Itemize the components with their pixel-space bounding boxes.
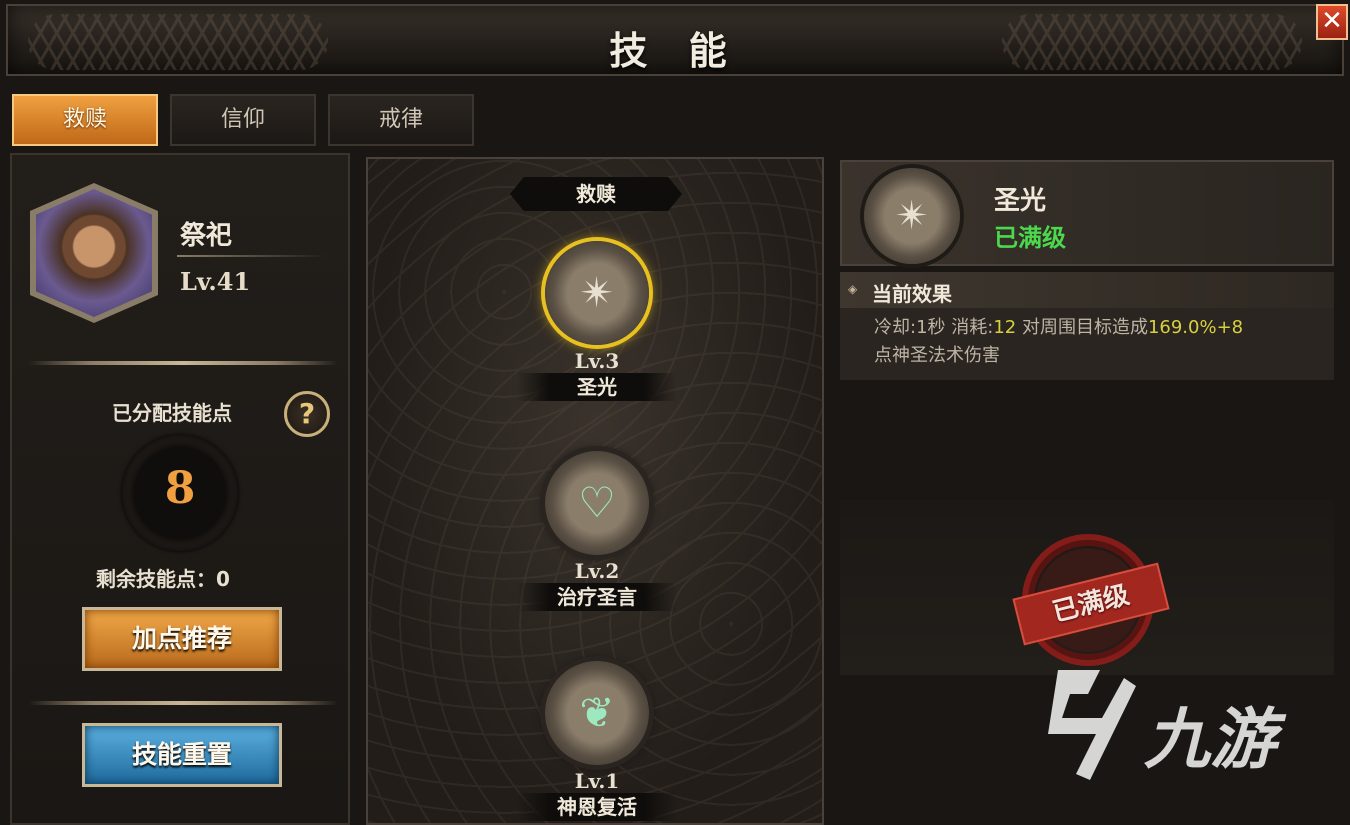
character-portrait	[30, 183, 158, 323]
character-name: 祭祀	[180, 221, 233, 251]
skill-node-resurrect[interactable]: ❦	[545, 661, 649, 765]
holy-light-icon: ✴	[579, 268, 615, 317]
max-level-stamp: 已满级	[1012, 534, 1170, 666]
skill-name: 圣光	[517, 373, 677, 401]
character-level: Lv.41	[180, 267, 251, 296]
portrait-image	[36, 189, 152, 317]
effect-text: 冷却:1秒 消耗:	[874, 317, 994, 338]
skill-tree-panel: 救赎 ✴ Lv.3 圣光 ♡ Lv.2 治疗圣言 ❦ Lv.1 神恩复活	[366, 157, 824, 825]
holy-light-icon: ✴	[864, 168, 960, 264]
divider	[28, 701, 338, 705]
skill-detail-name: 圣光	[994, 186, 1047, 216]
effect-cost: 12	[993, 317, 1017, 338]
window-title: 技 能	[609, 29, 741, 73]
effect-description: 冷却:1秒 消耗:12 对周围目标造成169.0%+8 点神圣法术伤害	[840, 308, 1334, 380]
allocated-points-value: 8	[164, 463, 196, 514]
effect-damage: 169.0%+8	[1147, 317, 1244, 338]
skill-node-heal[interactable]: ♡	[545, 451, 649, 555]
skill-name: 神恩复活	[517, 793, 677, 821]
close-button[interactable]: ✕	[1316, 4, 1348, 40]
bullet-icon: ◈	[848, 282, 858, 296]
recommend-button[interactable]: 加点推荐	[82, 607, 282, 671]
character-panel: 祭祀 Lv.41 已分配技能点 ? 8 剩余技能点：0 加点推荐 技能重置	[10, 153, 350, 825]
max-level-stamp-text: 已满级	[1012, 562, 1170, 646]
skill-detail-status: 已满级	[994, 224, 1066, 252]
watermark: 九游	[1040, 660, 1330, 800]
skill-tree-header: 救赎	[510, 177, 682, 211]
resurrect-icon: ❦	[579, 688, 615, 737]
allocated-points-label: 已分配技能点	[112, 401, 232, 425]
jiuyou-logo-icon	[1048, 670, 1136, 780]
tab-redemption[interactable]: 救赎	[12, 94, 158, 146]
effect-line-1: 冷却:1秒 消耗:12 对周围目标造成169.0%+8	[874, 314, 1320, 342]
max-level-area: 已满级	[840, 500, 1334, 675]
heal-heart-icon: ♡	[578, 478, 616, 527]
effect-section-header: ◈ 当前效果	[840, 272, 1334, 308]
title-bar: 技 能	[6, 4, 1344, 76]
skill-level: Lv.2	[574, 559, 620, 583]
effect-title: 当前效果	[872, 282, 952, 306]
effect-text: 对周围目标造成	[1016, 317, 1148, 338]
tab-discipline[interactable]: 戒律	[328, 94, 474, 146]
skill-level: Lv.1	[574, 769, 620, 793]
divider	[28, 361, 338, 365]
effect-line-2: 点神圣法术伤害	[874, 345, 1000, 366]
skill-level: Lv.3	[574, 349, 620, 373]
skill-node-holy-light[interactable]: ✴	[545, 241, 649, 345]
skill-detail-header: ✴ 圣光 已满级	[840, 160, 1334, 266]
help-icon[interactable]: ?	[284, 391, 330, 437]
name-underline	[177, 255, 327, 257]
tab-faith[interactable]: 信仰	[170, 94, 316, 146]
allocated-points-circle: 8	[122, 435, 238, 551]
remaining-points: 剩余技能点：0	[96, 567, 230, 591]
watermark-text: 九游	[1144, 701, 1276, 778]
skill-name: 治疗圣言	[517, 583, 677, 611]
reset-skills-button[interactable]: 技能重置	[82, 723, 282, 787]
tab-bar: 救赎 信仰 戒律	[12, 94, 474, 146]
close-icon: ✕	[1321, 6, 1343, 36]
